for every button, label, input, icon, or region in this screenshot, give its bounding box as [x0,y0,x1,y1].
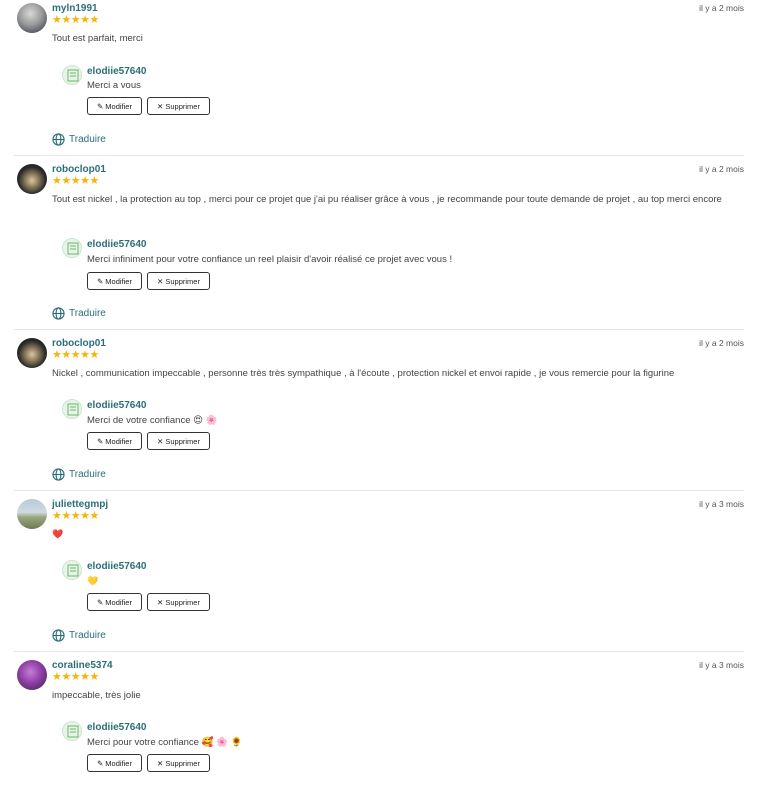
avatar[interactable] [17,499,47,529]
reply-text: Merci a vous [87,80,141,91]
avatar[interactable] [17,660,47,690]
seller-avatar[interactable] [62,721,82,741]
seller-logo-icon [67,242,79,255]
pencil-icon: ✎ [97,597,104,607]
reply-text: Merci de votre confiance 😍 🌸 [87,415,218,426]
delete-button[interactable]: ✕ Supprimer [147,272,210,290]
globe-icon [52,307,65,320]
reply-text: 💛 [87,576,99,586]
pencil-icon: ✎ [97,758,104,768]
close-icon: ✕ [157,101,164,111]
review-time: il y a 2 mois [699,164,744,174]
translate-link[interactable]: Traduire [52,629,106,642]
close-icon: ✕ [157,597,164,607]
reply-username[interactable]: elodiie57640 [87,561,146,572]
reply-username[interactable]: elodiie57640 [87,66,146,77]
globe-icon [52,468,65,481]
seller-avatar[interactable] [62,560,82,580]
reviewer-name[interactable]: coraline5374 [52,660,113,671]
seller-logo-icon [67,69,79,82]
seller-logo-icon [67,725,79,738]
review-time: il y a 3 mois [699,499,744,509]
translate-link[interactable]: Traduire [52,468,106,481]
review-time: il y a 2 mois [699,3,744,13]
review-text: Tout est nickel , la protection au top ,… [52,194,722,205]
reply-username[interactable]: elodiie57640 [87,239,146,250]
avatar[interactable] [17,164,47,194]
close-icon: ✕ [157,758,164,768]
divider [14,651,744,652]
avatar[interactable] [17,338,47,368]
review-time: il y a 3 mois [699,660,744,670]
review-text: Nickel , communication impeccable , pers… [52,368,675,379]
delete-button[interactable]: ✕ Supprimer [147,97,210,115]
reviewer-name[interactable]: roboclop01 [52,164,106,175]
rating-stars: ★★★★★ [52,510,99,522]
reply-username[interactable]: elodiie57640 [87,400,146,411]
review-text: ❤️ [52,529,64,539]
seller-logo-icon [67,403,79,416]
seller-avatar[interactable] [62,399,82,419]
pencil-icon: ✎ [97,101,104,111]
globe-icon [52,629,65,642]
rating-stars: ★★★★★ [52,175,99,187]
delete-button[interactable]: ✕ Supprimer [147,754,210,772]
review-time: il y a 2 mois [699,338,744,348]
delete-button[interactable]: ✕ Supprimer [147,432,210,450]
reviews-list: myln1991 il y a 2 mois ★★★★★ Tout est pa… [0,0,758,785]
globe-icon [52,133,65,146]
reviewer-name[interactable]: myln1991 [52,3,98,14]
reply-username[interactable]: elodiie57640 [87,722,146,733]
pencil-icon: ✎ [97,436,104,446]
divider [14,329,744,330]
reply-text: Merci pour votre confiance 🥰 🌸 🌻 [87,737,243,748]
review-text: impeccable, très jolie [52,690,141,701]
edit-button[interactable]: ✎ Modifier [87,97,142,115]
seller-avatar[interactable] [62,65,82,85]
translate-link[interactable]: Traduire [52,307,106,320]
edit-button[interactable]: ✎ Modifier [87,593,142,611]
rating-stars: ★★★★★ [52,14,99,26]
avatar[interactable] [17,3,47,33]
edit-button[interactable]: ✎ Modifier [87,432,142,450]
reply-text: Merci infiniment pour votre confiance un… [87,254,453,265]
seller-avatar[interactable] [62,238,82,258]
rating-stars: ★★★★★ [52,671,99,683]
rating-stars: ★★★★★ [52,349,99,361]
translate-link[interactable]: Traduire [52,133,106,146]
close-icon: ✕ [157,276,164,286]
close-icon: ✕ [157,436,164,446]
pencil-icon: ✎ [97,276,104,286]
review-text: Tout est parfait, merci [52,33,143,44]
delete-button[interactable]: ✕ Supprimer [147,593,210,611]
divider [14,490,744,491]
seller-logo-icon [67,564,79,577]
edit-button[interactable]: ✎ Modifier [87,272,142,290]
divider [14,155,744,156]
reviewer-name[interactable]: juliettegmpj [52,499,108,510]
edit-button[interactable]: ✎ Modifier [87,754,142,772]
reviewer-name[interactable]: roboclop01 [52,338,106,349]
